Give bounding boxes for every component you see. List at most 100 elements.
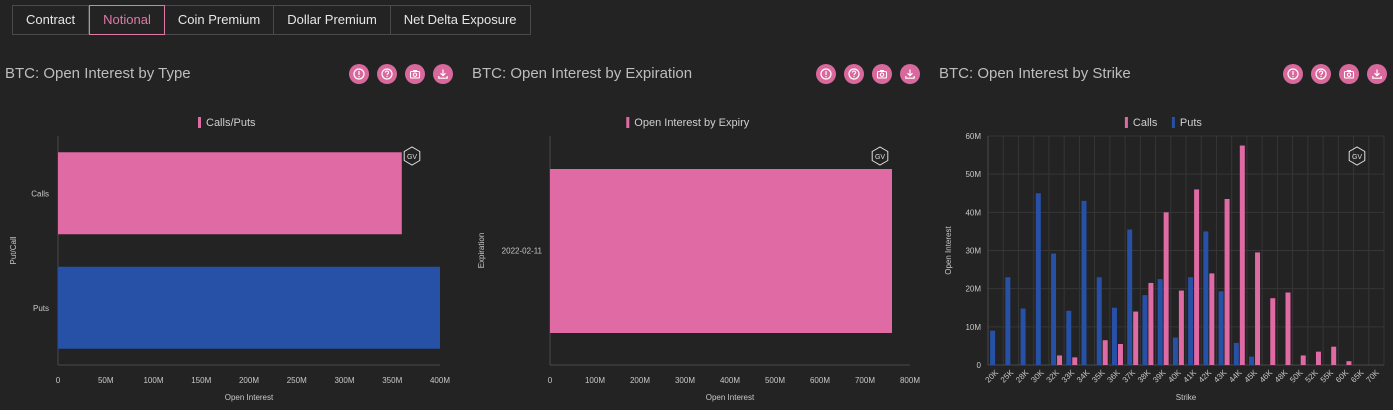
charts-canvas: 0 50M 100M 150M 200M 250M 300M 350M 400M Calls Put… [9,117,1385,402]
x-tick-label: 34K [1075,368,1092,385]
x-tick-label: 39K [1151,368,1168,385]
y-axis-title: Put/Call [9,236,18,264]
x-tick-label: 37K [1121,368,1138,385]
x-axis-title: Open Interest [225,393,274,402]
x-tick-label: 42K [1197,368,1214,385]
y-tick-label: 40M [965,208,981,217]
watermark-logo-text: GV [875,154,885,161]
bar-puts [1096,277,1102,365]
y-tick-label: 20M [965,285,981,294]
x-tick-label: 600M [810,376,830,385]
bar-calls [1270,298,1276,365]
x-tick-label: 46K [1258,368,1275,385]
x-axis-title: Strike [1176,393,1197,402]
bar-calls [1224,198,1230,365]
watermark-logo-text: GV [1352,154,1362,161]
bar-puts [1142,295,1148,365]
bar-calls [1057,355,1063,365]
bar-puts [990,330,996,365]
bar-calls [1239,145,1245,365]
bar-calls [1300,355,1306,365]
bar-puts [1020,308,1026,365]
x-tick-label: 70K [1364,368,1381,385]
bar-calls [1346,361,1352,365]
bar-puts [1081,200,1087,365]
legend-label: Calls/Puts [206,117,256,129]
x-axis-title: Open Interest [706,393,755,402]
y-axis-title: Open Interest [944,225,953,274]
y-tick-label: 0 [977,361,982,370]
watermark-logo-text: GV [407,154,417,161]
bar-calls [1117,344,1123,365]
legend-label: Calls [1133,117,1158,129]
bar-puts [1051,253,1057,365]
x-tick-label: 45K [1243,368,1260,385]
bar-calls [1148,282,1154,365]
legend-swatch [1124,117,1128,128]
x-tick-label: 40K [1166,368,1183,385]
x-tick-label: 800M [900,376,920,385]
x-tick-label: 50M [98,376,114,385]
bar-puts [1188,277,1194,365]
y-tick-label: Calls [31,189,49,198]
bar-puts [1035,193,1041,365]
bar-calls [1102,340,1108,365]
y-tick-label: 2022-02-11 [502,247,543,256]
bar-calls [1133,311,1139,365]
x-tick-label: 250M [287,376,307,385]
bar-calls [1209,273,1215,365]
bar-puts [1249,356,1255,365]
x-tick-label: 50K [1288,368,1305,385]
x-tick-label: 35K [1090,368,1107,385]
x-tick-label: 43K [1212,368,1229,385]
bar-puts [1233,342,1239,365]
x-tick-label: 36K [1105,368,1122,385]
x-tick-label: 150M [191,376,211,385]
y-tick-label: 60M [965,132,981,141]
bar-calls [58,152,402,235]
x-tick-label: 200M [239,376,259,385]
bar-puts [58,266,440,349]
x-tick-label: 55K [1319,368,1336,385]
x-tick-label: 41K [1182,368,1199,385]
bar-puts [1218,291,1224,365]
legend-label: Open Interest by Expiry [634,117,749,129]
bar-calls [1072,357,1078,365]
bar-calls [1178,290,1184,365]
x-tick-label: 25K [999,368,1016,385]
bar-puts [1111,307,1117,365]
y-tick-label: Puts [33,304,49,313]
legend-swatch [1171,117,1175,128]
bar-calls [1194,189,1200,365]
y-axis-title: Expiration [477,233,486,269]
x-tick-label: 0 [56,376,61,385]
x-tick-label: 300M [334,376,354,385]
x-tick-label: 200M [630,376,650,385]
x-tick-label: 20K [984,368,1001,385]
x-tick-label: 400M [430,376,450,385]
legend-label: Puts [1180,117,1203,129]
x-tick-label: 32K [1045,368,1062,385]
x-tick-label: 52K [1303,368,1320,385]
bar-expiry [550,169,892,333]
x-tick-label: 38K [1136,368,1153,385]
x-tick-label: 350M [382,376,402,385]
x-tick-label: 33K [1060,368,1077,385]
legend-swatch [198,117,201,128]
x-tick-label: 48K [1273,368,1290,385]
x-tick-label: 100M [143,376,163,385]
bar-calls [1255,252,1261,365]
bar-puts [1172,337,1178,365]
x-tick-label: 0 [548,376,553,385]
bar-calls [1285,292,1291,365]
y-tick-label: 10M [965,323,981,332]
bar-puts [1066,310,1072,365]
bar-calls [1163,212,1169,365]
x-tick-label: 60K [1334,368,1351,385]
x-tick-label: 28K [1014,368,1031,385]
bar-puts [1127,229,1133,365]
y-tick-label: 30M [965,247,981,256]
x-tick-label: 400M [720,376,740,385]
bar-puts [1005,277,1011,365]
bar-puts [1157,279,1163,365]
